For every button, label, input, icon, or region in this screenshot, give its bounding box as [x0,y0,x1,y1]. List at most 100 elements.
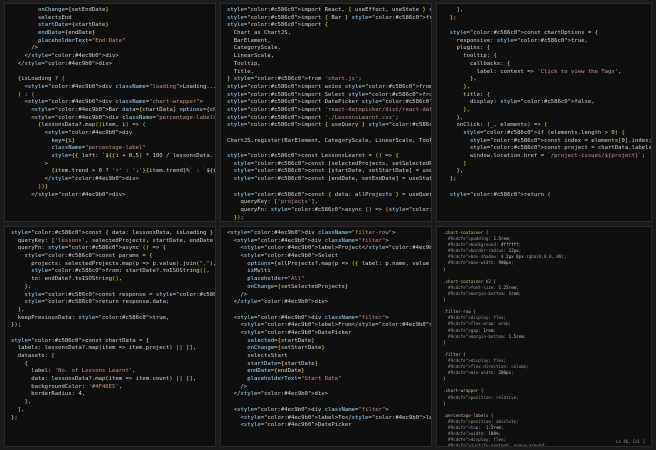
code-line[interactable]: display: style="color:#c586c0">false, [443,99,645,107]
code-line[interactable]: <style="color:#4ec9b0">div className="fi… [227,315,425,323]
code-line[interactable]: onClick: (_, elements) => { [443,122,645,130]
code-line[interactable]: {isLoading ? ( [11,76,209,84]
code-line[interactable] [227,145,425,153]
code-line[interactable]: label: context => 'Click to view the Tag… [443,69,645,77]
code-line[interactable] [11,69,209,77]
editor-pane-6[interactable]: .chart-container { #9cdcfe">padding: 1.5… [436,226,652,447]
code-line[interactable]: borderRadius: 4, [11,391,209,399]
code-line[interactable]: style="color:#c586c0">import { [227,22,425,30]
code-line[interactable]: style="color:#c586c0">const index = elem… [443,138,651,146]
code-line[interactable]: BarElement, [227,38,425,46]
code-line[interactable]: } [443,161,645,169]
code-line[interactable]: ], [443,7,645,15]
code-line[interactable]: onChange={setEndDate} [11,7,209,15]
code-line[interactable]: <style="color:#4ec9b0">label>To</style="… [227,415,431,423]
code-line[interactable] [227,130,425,138]
code-line[interactable]: placeholder="All" [227,276,425,284]
code-line[interactable]: Tooltip, [227,61,425,69]
code-line[interactable]: plugins: { [443,45,645,53]
code-line[interactable]: </style="color:#4ec9b0">div> [227,391,425,399]
code-line[interactable]: }); [227,215,425,221]
code-line[interactable]: }, [443,84,645,92]
code-line[interactable]: }; [443,176,645,184]
code-line[interactable]: endDate={endDate} [11,30,209,38]
code-line[interactable]: }, [443,115,645,123]
code-line[interactable]: style="color:#c586c0">const [selectedPro… [227,161,431,169]
code-line[interactable]: <style="color:#4ec9b0">div className="fi… [227,238,425,246]
code-line[interactable]: }, [443,168,645,176]
code-line[interactable]: labels: lessonsData?.map(item => item.pr… [11,345,209,353]
code-line[interactable]: style="color:#c586c0">const [endDate, se… [227,176,431,184]
code-line[interactable]: onChange={setSelectedProjects} [227,284,425,292]
code-line[interactable]: style="color:#c586c0">const chartData = … [11,338,209,346]
code-line[interactable]: tooltip: { [443,53,645,61]
code-line[interactable]: selectsEnd [11,15,209,23]
code-line[interactable]: style="color:#c586c0">return ( [443,192,645,200]
editor-pane-4[interactable]: style="color:#c586c0">const { data: less… [4,226,216,447]
code-line[interactable]: }; [443,15,645,23]
code-line[interactable]: backgroundColor: '#4F46E5', [11,384,209,392]
code-line[interactable]: style="color:#c586c0">const { data: less… [11,230,213,238]
code-line[interactable]: projects: selectedProjects.map(p => p.va… [11,261,215,269]
code-line[interactable]: placeholderText="End Date" [11,38,209,46]
code-line[interactable]: queryKey: ['projects'], [227,199,425,207]
code-line[interactable]: selectsStart [227,353,425,361]
code-line[interactable]: <style="color:#4ec9b0">div className="fi… [227,407,425,415]
code-line[interactable]: datasets: [ [11,353,209,361]
code-line[interactable]: ], [11,407,209,415]
code-line[interactable]: Chart as ChartJS, [227,30,425,38]
code-line[interactable]: style="color:#c586c0">const response = s… [11,292,215,300]
code-line[interactable]: #9cdcfe">justify-content: space-around; [443,443,645,446]
code-line[interactable]: <style="color:#4ec9b0">label>From</style… [227,322,431,330]
editor-pane-1[interactable]: onChange={setEndDate} selectsEnd startDa… [4,3,216,222]
code-line[interactable]: </style="color:#4ec9b0">div> [227,299,425,307]
code-line[interactable]: queryFn: style="color:#c586c0">async () … [227,207,431,215]
code-line[interactable]: </style="color:#4ec9b0">div> [11,61,209,69]
code-line[interactable]: }; [11,415,209,423]
code-line[interactable]: onChange={setStartDate} [227,345,425,353]
code-line[interactable]: style="color:#c586c0">const { data: allP… [227,192,431,200]
editor-pane-3[interactable]: ], }; style="color:#c586c0">const chartO… [436,3,652,222]
code-line[interactable]: placeholderText="Start Date" [227,376,425,384]
code-line[interactable]: > [11,161,209,169]
code-line[interactable] [227,307,425,315]
code-line[interactable]: style="color:#c586c0">return response.da… [11,299,209,307]
code-line[interactable]: }, [443,76,645,84]
code-line[interactable]: }, [443,107,645,115]
code-line[interactable]: } style="color:#c586c0">from 'chart.js'; [227,76,425,84]
code-line[interactable]: </style="color:#4ec9b0">div> [11,176,209,184]
code-line[interactable]: to: endDate?.toISOString(), [11,276,209,284]
code-line[interactable]: /> [11,45,209,53]
code-line[interactable] [227,184,425,192]
code-line[interactable]: LinearScale, [227,53,425,61]
code-line[interactable]: className="percentage-label" [11,145,209,153]
code-line[interactable]: startDate={startDate} [227,361,425,369]
code-line[interactable]: <style="color:#4ec9b0">Select [227,253,425,261]
code-line[interactable]: </style="color:#4ec9b0">div> [11,53,209,61]
code-line[interactable]: keepPreviousData: style="color:#c586c0">… [11,315,209,323]
code-line[interactable]: style="color:#c586c0">from: startDate?.t… [11,268,210,276]
code-line[interactable]: /> [227,384,425,392]
code-line[interactable]: <style="color:#4ec9b0">div className="ch… [11,99,209,107]
code-line[interactable]: title: { [443,92,645,100]
code-line[interactable]: <style="color:#4ec9b0">div className="fi… [227,230,425,238]
code-line[interactable] [11,330,209,338]
code-line[interactable]: style="color:#c586c0">import React, { us… [227,7,431,15]
code-line[interactable]: selected={startDate} [227,338,425,346]
code-line[interactable]: style="color:#c586c0">import 'react-date… [227,107,431,115]
code-line[interactable]: ) : ( [11,92,209,100]
code-line[interactable]: }, [11,307,209,315]
code-line[interactable]: style="color:#c586c0">const LessonsLearn… [227,153,425,161]
code-line[interactable]: callbacks: { [443,61,645,69]
editor-pane-5[interactable]: <style="color:#4ec9b0">div className="fi… [220,226,432,447]
code-line[interactable]: <style="color:#4ec9b0">div className="lo… [11,84,215,92]
code-line[interactable]: { [11,361,209,369]
code-line[interactable]: style="color:#c586c0">import './LessonsL… [227,115,425,123]
code-line[interactable]: style="color:#c586c0">import Select styl… [227,92,431,100]
code-line[interactable]: startDate={startDate} [11,22,209,30]
code-line[interactable] [227,399,425,407]
code-line[interactable]: style="color:#c586c0">import DatePicker … [227,99,431,107]
code-line[interactable]: </style="color:#4ec9b0">div> [11,192,209,200]
code-line[interactable] [443,22,645,30]
code-line[interactable]: responsive: style="color:#c586c0">true, [443,38,645,46]
